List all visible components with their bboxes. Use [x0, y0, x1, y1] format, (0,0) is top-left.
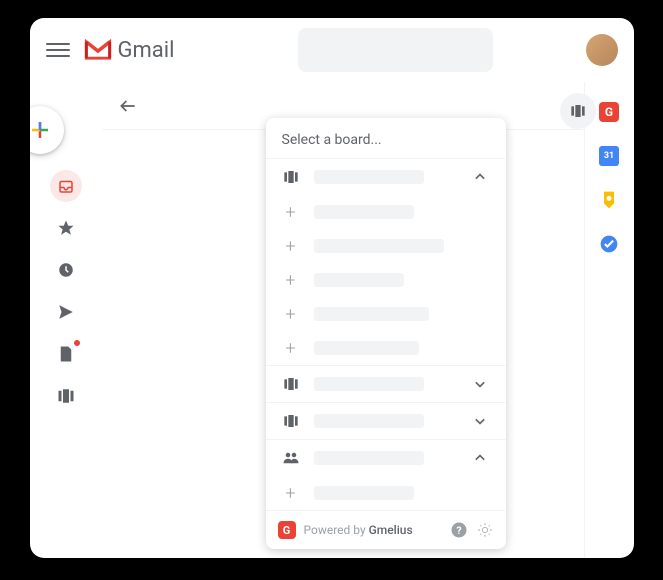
board-name-placeholder [314, 414, 424, 428]
right-sidebar: G 31 [584, 82, 634, 558]
add-board-item[interactable]: + [266, 297, 506, 331]
app-window: Gmail [30, 18, 634, 558]
plus-icon: + [282, 339, 300, 357]
board-icon [282, 168, 300, 186]
compose-button[interactable] [30, 106, 64, 154]
board-name-placeholder [314, 377, 424, 391]
clock-icon [57, 261, 75, 279]
nav-snoozed[interactable] [50, 254, 82, 286]
back-button[interactable] [118, 96, 138, 116]
chevron-down-icon [470, 411, 490, 431]
board-name-placeholder [314, 307, 429, 321]
board-group-1[interactable] [266, 158, 506, 195]
board-icon [282, 412, 300, 430]
search-input[interactable] [298, 28, 493, 72]
gmail-logo[interactable]: Gmail [84, 38, 175, 63]
gmelius-sidebar-icon[interactable]: G [599, 102, 619, 122]
header: Gmail [30, 18, 634, 82]
board-name-placeholder [314, 170, 424, 184]
chevron-up-icon [470, 167, 490, 187]
board-name-placeholder [314, 239, 444, 253]
plus-icon: + [282, 271, 300, 289]
board-group-shared[interactable] [266, 439, 506, 476]
board-name-placeholder [314, 451, 424, 465]
nav-sent[interactable] [50, 296, 82, 328]
board-name-placeholder [314, 486, 414, 500]
drafts-badge [74, 340, 80, 346]
chevron-down-icon [470, 374, 490, 394]
board-group-2[interactable] [266, 365, 506, 402]
plus-icon: + [282, 484, 300, 502]
chevron-up-icon [470, 448, 490, 468]
nav-starred[interactable] [50, 212, 82, 244]
board-group-3[interactable] [266, 402, 506, 439]
settings-icon[interactable] [476, 521, 494, 539]
board-icon [570, 105, 586, 117]
board-name-placeholder [314, 273, 404, 287]
gmail-icon [84, 39, 112, 61]
left-sidebar [30, 82, 102, 558]
keep-icon[interactable] [599, 190, 619, 210]
powered-by-text: Powered by Gmelius [304, 523, 442, 537]
star-icon [57, 219, 75, 237]
plus-icon: + [282, 203, 300, 221]
avatar[interactable] [586, 34, 618, 66]
add-board-item[interactable]: + [266, 331, 506, 365]
board-name-placeholder [314, 205, 414, 219]
add-board-item[interactable]: + [266, 195, 506, 229]
sent-icon [57, 303, 75, 321]
board-selector-button[interactable] [560, 93, 596, 129]
add-board-item[interactable]: + [266, 263, 506, 297]
plus-icon [30, 118, 52, 142]
app-name: Gmail [118, 38, 175, 63]
tasks-icon[interactable] [599, 234, 619, 254]
svg-text:?: ? [456, 524, 461, 537]
nav-inbox[interactable] [50, 170, 82, 202]
add-board-item[interactable]: + [266, 476, 506, 510]
dropdown-footer: G Powered by Gmelius ? [266, 510, 506, 549]
nav-drafts[interactable] [50, 338, 82, 370]
menu-button[interactable] [46, 38, 70, 62]
plus-icon: + [282, 237, 300, 255]
board-icon [282, 375, 300, 393]
drafts-icon [58, 345, 74, 363]
add-board-item[interactable]: + [266, 229, 506, 263]
help-icon[interactable]: ? [450, 521, 468, 539]
inbox-icon [57, 177, 75, 195]
dropdown-title: Select a board... [266, 118, 506, 158]
gmelius-icon: G [278, 521, 296, 539]
nav-boards[interactable] [50, 380, 82, 412]
board-name-placeholder [314, 341, 419, 355]
people-icon [282, 449, 300, 467]
board-dropdown: Select a board... + + + + + [266, 118, 506, 549]
boards-nav-icon [57, 389, 75, 403]
calendar-icon[interactable]: 31 [599, 146, 619, 166]
plus-icon: + [282, 305, 300, 323]
